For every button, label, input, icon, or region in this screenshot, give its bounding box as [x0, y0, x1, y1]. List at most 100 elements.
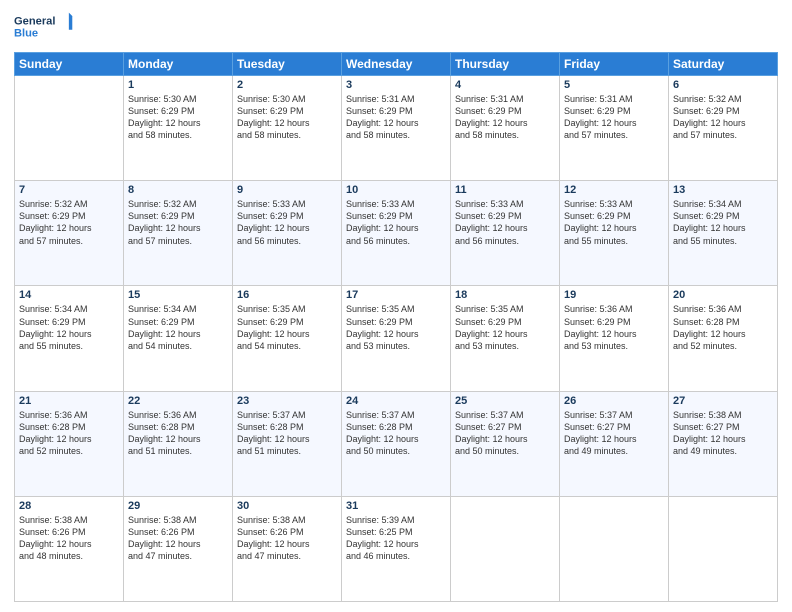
calendar-header-friday: Friday	[560, 53, 669, 76]
calendar-cell: 24 Sunrise: 5:37 AM Sunset: 6:28 PM Dayli…	[342, 391, 451, 496]
day-info: Sunrise: 5:38 AM Sunset: 6:27 PM Dayligh…	[673, 409, 773, 458]
day-info: Sunrise: 5:33 AM Sunset: 6:29 PM Dayligh…	[237, 198, 337, 247]
calendar-cell: 8 Sunrise: 5:32 AM Sunset: 6:29 PM Daylig…	[124, 181, 233, 286]
calendar-cell: 19 Sunrise: 5:36 AM Sunset: 6:29 PM Dayli…	[560, 286, 669, 391]
day-info: Sunrise: 5:36 AM Sunset: 6:28 PM Dayligh…	[19, 409, 119, 458]
calendar-cell: 30 Sunrise: 5:38 AM Sunset: 6:26 PM Dayli…	[233, 496, 342, 601]
calendar-cell: 14 Sunrise: 5:34 AM Sunset: 6:29 PM Dayli…	[15, 286, 124, 391]
calendar-cell: 15 Sunrise: 5:34 AM Sunset: 6:29 PM Dayli…	[124, 286, 233, 391]
day-info: Sunrise: 5:35 AM Sunset: 6:29 PM Dayligh…	[237, 303, 337, 352]
day-info: Sunrise: 5:36 AM Sunset: 6:29 PM Dayligh…	[564, 303, 664, 352]
calendar-cell: 3 Sunrise: 5:31 AM Sunset: 6:29 PM Daylig…	[342, 76, 451, 181]
day-number: 6	[673, 79, 773, 91]
day-number: 22	[128, 395, 228, 407]
calendar-cell: 2 Sunrise: 5:30 AM Sunset: 6:29 PM Daylig…	[233, 76, 342, 181]
day-number: 21	[19, 395, 119, 407]
calendar-cell	[451, 496, 560, 601]
calendar-header-wednesday: Wednesday	[342, 53, 451, 76]
calendar-header-row: SundayMondayTuesdayWednesdayThursdayFrid…	[15, 53, 778, 76]
day-number: 29	[128, 500, 228, 512]
calendar-cell: 17Sunrise: 5:35 AM Sunset: 6:29 PM Dayli…	[342, 286, 451, 391]
calendar-cell: 22 Sunrise: 5:36 AM Sunset: 6:28 PM Dayli…	[124, 391, 233, 496]
calendar-cell: 5Sunrise: 5:31 AM Sunset: 6:29 PM Daylig…	[560, 76, 669, 181]
day-info: Sunrise: 5:37 AM Sunset: 6:27 PM Dayligh…	[455, 409, 555, 458]
day-info: Sunrise: 5:39 AM Sunset: 6:25 PM Dayligh…	[346, 514, 446, 563]
day-info: Sunrise: 5:33 AM Sunset: 6:29 PM Dayligh…	[346, 198, 446, 247]
calendar-week-0: 1 Sunrise: 5:30 AM Sunset: 6:29 PM Daylig…	[15, 76, 778, 181]
calendar-cell: 20 Sunrise: 5:36 AM Sunset: 6:28 PM Dayli…	[669, 286, 778, 391]
calendar-week-2: 14 Sunrise: 5:34 AM Sunset: 6:29 PM Dayli…	[15, 286, 778, 391]
day-number: 16	[237, 289, 337, 301]
calendar-cell: 16 Sunrise: 5:35 AM Sunset: 6:29 PM Dayli…	[233, 286, 342, 391]
day-number: 3	[346, 79, 446, 91]
day-number: 14	[19, 289, 119, 301]
day-number: 2	[237, 79, 337, 91]
page: General Blue SundayMondayTuesdayWednesda…	[0, 0, 792, 612]
calendar-week-4: 28 Sunrise: 5:38 AM Sunset: 6:26 PM Dayli…	[15, 496, 778, 601]
day-info: Sunrise: 5:35 AM Sunset: 6:29 PM Dayligh…	[346, 303, 446, 352]
day-number: 20	[673, 289, 773, 301]
calendar-cell: 11Sunrise: 5:33 AM Sunset: 6:29 PM Dayli…	[451, 181, 560, 286]
day-number: 27	[673, 395, 773, 407]
calendar-week-3: 21 Sunrise: 5:36 AM Sunset: 6:28 PM Dayli…	[15, 391, 778, 496]
day-info: Sunrise: 5:36 AM Sunset: 6:28 PM Dayligh…	[128, 409, 228, 458]
day-info: Sunrise: 5:31 AM Sunset: 6:29 PM Dayligh…	[455, 93, 555, 142]
day-info: Sunrise: 5:31 AM Sunset: 6:29 PM Dayligh…	[346, 93, 446, 142]
calendar-cell: 26 Sunrise: 5:37 AM Sunset: 6:27 PM Dayli…	[560, 391, 669, 496]
day-info: Sunrise: 5:33 AM Sunset: 6:29 PM Dayligh…	[564, 198, 664, 247]
day-number: 23	[237, 395, 337, 407]
day-info: Sunrise: 5:36 AM Sunset: 6:28 PM Dayligh…	[673, 303, 773, 352]
calendar-cell: 27 Sunrise: 5:38 AM Sunset: 6:27 PM Dayli…	[669, 391, 778, 496]
svg-text:General: General	[14, 16, 55, 28]
calendar-cell	[15, 76, 124, 181]
calendar-cell: 18Sunrise: 5:35 AM Sunset: 6:29 PM Dayli…	[451, 286, 560, 391]
day-number: 9	[237, 184, 337, 196]
day-info: Sunrise: 5:32 AM Sunset: 6:29 PM Dayligh…	[673, 93, 773, 142]
day-number: 10	[346, 184, 446, 196]
day-info: Sunrise: 5:38 AM Sunset: 6:26 PM Dayligh…	[237, 514, 337, 563]
day-number: 7	[19, 184, 119, 196]
calendar-header-saturday: Saturday	[669, 53, 778, 76]
day-info: Sunrise: 5:33 AM Sunset: 6:29 PM Dayligh…	[455, 198, 555, 247]
day-info: Sunrise: 5:38 AM Sunset: 6:26 PM Dayligh…	[19, 514, 119, 563]
calendar-cell: 1Sunrise: 5:30 AM Sunset: 6:29 PM Daylig…	[124, 76, 233, 181]
day-number: 8	[128, 184, 228, 196]
calendar-cell	[560, 496, 669, 601]
day-number: 30	[237, 500, 337, 512]
calendar-cell: 9 Sunrise: 5:33 AM Sunset: 6:29 PM Daylig…	[233, 181, 342, 286]
day-number: 12	[564, 184, 664, 196]
day-info: Sunrise: 5:37 AM Sunset: 6:27 PM Dayligh…	[564, 409, 664, 458]
day-number: 5	[564, 79, 664, 91]
day-number: 24	[346, 395, 446, 407]
day-number: 19	[564, 289, 664, 301]
calendar-cell: 7Sunrise: 5:32 AM Sunset: 6:29 PM Daylig…	[15, 181, 124, 286]
day-info: Sunrise: 5:34 AM Sunset: 6:29 PM Dayligh…	[19, 303, 119, 352]
calendar-cell: 6 Sunrise: 5:32 AM Sunset: 6:29 PM Daylig…	[669, 76, 778, 181]
day-info: Sunrise: 5:37 AM Sunset: 6:28 PM Dayligh…	[346, 409, 446, 458]
calendar-header-tuesday: Tuesday	[233, 53, 342, 76]
calendar-cell: 25 Sunrise: 5:37 AM Sunset: 6:27 PM Dayli…	[451, 391, 560, 496]
logo: General Blue	[14, 10, 74, 46]
day-info: Sunrise: 5:30 AM Sunset: 6:29 PM Dayligh…	[237, 93, 337, 142]
day-number: 31	[346, 500, 446, 512]
calendar-cell: 13Sunrise: 5:34 AM Sunset: 6:29 PM Dayli…	[669, 181, 778, 286]
calendar-cell: 31 Sunrise: 5:39 AM Sunset: 6:25 PM Dayli…	[342, 496, 451, 601]
day-info: Sunrise: 5:34 AM Sunset: 6:29 PM Dayligh…	[128, 303, 228, 352]
day-number: 4	[455, 79, 555, 91]
header: General Blue	[14, 10, 778, 46]
calendar-cell: 23 Sunrise: 5:37 AM Sunset: 6:28 PM Dayli…	[233, 391, 342, 496]
day-number: 18	[455, 289, 555, 301]
calendar-cell: 12 Sunrise: 5:33 AM Sunset: 6:29 PM Dayli…	[560, 181, 669, 286]
calendar-cell: 29Sunrise: 5:38 AM Sunset: 6:26 PM Dayli…	[124, 496, 233, 601]
day-info: Sunrise: 5:37 AM Sunset: 6:28 PM Dayligh…	[237, 409, 337, 458]
logo-svg: General Blue	[14, 10, 74, 46]
day-number: 1	[128, 79, 228, 91]
day-info: Sunrise: 5:32 AM Sunset: 6:29 PM Dayligh…	[128, 198, 228, 247]
day-number: 15	[128, 289, 228, 301]
calendar-cell: 21 Sunrise: 5:36 AM Sunset: 6:28 PM Dayli…	[15, 391, 124, 496]
day-number: 28	[19, 500, 119, 512]
day-number: 26	[564, 395, 664, 407]
day-number: 25	[455, 395, 555, 407]
svg-text:Blue: Blue	[14, 28, 38, 40]
calendar-cell: 4 Sunrise: 5:31 AM Sunset: 6:29 PM Daylig…	[451, 76, 560, 181]
